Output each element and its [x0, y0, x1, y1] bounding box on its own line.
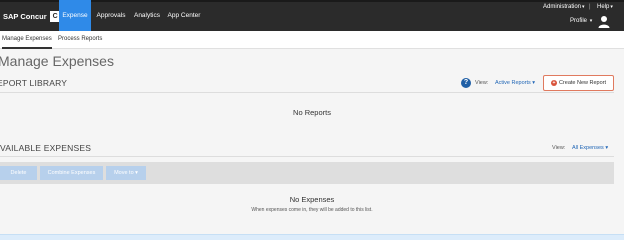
create-new-report-button[interactable]: + Create New Report [543, 75, 614, 91]
profile-menu[interactable]: Profile ▾ [570, 18, 592, 24]
help-menu[interactable]: Help▾ [597, 4, 613, 10]
move-to-button[interactable]: Move to ▾ [106, 166, 146, 180]
question-circle-icon[interactable]: ? [461, 78, 471, 88]
subnav-process-reports-label: Process Reports [58, 36, 103, 42]
no-expenses-message: No Expenses [289, 195, 335, 204]
report-view-label: View: [475, 80, 489, 86]
subnav-process-reports[interactable]: Process Reports [58, 31, 102, 49]
chevron-down-icon: ▾ [532, 80, 536, 86]
help-caret-icon: ▾ [610, 4, 613, 10]
combine-expenses-label: Combine Expenses [47, 170, 96, 176]
expenses-toolbar: Delete Combine Expenses Move to ▾ [0, 162, 614, 184]
chevron-down-icon: ▾ [605, 145, 609, 151]
tab-analytics-label: Analytics [133, 12, 160, 19]
delete-label: Delete [10, 170, 27, 176]
sap-concur-logo[interactable]: SAP Concur C [3, 9, 61, 23]
topbar-edge [0, 0, 624, 2]
info-banner-strip [0, 234, 624, 240]
tab-approvals[interactable]: Approvals [95, 0, 127, 31]
report-view-value: Active Reports [495, 80, 531, 86]
delete-button[interactable]: Delete [0, 166, 37, 180]
move-to-label: Move to [114, 170, 134, 176]
user-avatar-icon[interactable] [598, 15, 610, 28]
logo-text: SAP Concur [3, 11, 47, 21]
top-navigation-bar: SAP Concur C Expense Approvals Analytics… [0, 0, 624, 31]
administration-caret-icon: ▾ [582, 4, 585, 10]
help-label: Help [597, 4, 610, 10]
administration-menu[interactable]: Administration▾ [543, 4, 585, 10]
profile-label: Profile [570, 18, 588, 24]
plus-circle-icon: + [550, 80, 557, 86]
tab-expense[interactable]: Expense [59, 0, 91, 31]
report-library-divider [0, 92, 614, 93]
expenses-view-label: View: [552, 145, 566, 151]
expenses-view-value: All Expenses [572, 145, 604, 151]
report-view-dropdown[interactable]: Active Reports ▾ [495, 80, 535, 86]
available-expenses-title: VAILABLE EXPENSES [0, 143, 92, 153]
tab-approvals-label: Approvals [96, 12, 126, 19]
tab-expense-label: Expense [62, 12, 88, 19]
tab-analytics[interactable]: Analytics [132, 0, 162, 31]
available-expenses-divider [0, 156, 614, 157]
administration-label: Administration [543, 4, 582, 10]
util-separator: | [589, 4, 591, 10]
sub-navigation: Manage Expenses Process Reports [0, 31, 624, 49]
profile-caret-icon: ▾ [589, 18, 593, 24]
app-frame: SAP Concur C Expense Approvals Analytics… [0, 0, 624, 240]
tab-app-center-label: App Center [167, 12, 201, 19]
subnav-manage-expenses[interactable]: Manage Expenses [2, 31, 52, 49]
expenses-view-dropdown[interactable]: All Expenses ▾ [572, 145, 608, 151]
no-reports-message: No Reports [293, 108, 331, 117]
chevron-down-icon: ▾ [135, 170, 138, 176]
combine-expenses-button[interactable]: Combine Expenses [40, 166, 103, 180]
no-expenses-subtext: When expenses come in, they will be adde… [251, 207, 373, 213]
subnav-manage-expenses-label: Manage Expenses [2, 36, 52, 42]
create-new-report-label: Create New Report [558, 80, 607, 86]
report-library-title: EPORT LIBRARY [0, 78, 68, 88]
tab-app-center[interactable]: App Center [167, 0, 201, 31]
page-title: Manage Expenses [0, 53, 114, 69]
